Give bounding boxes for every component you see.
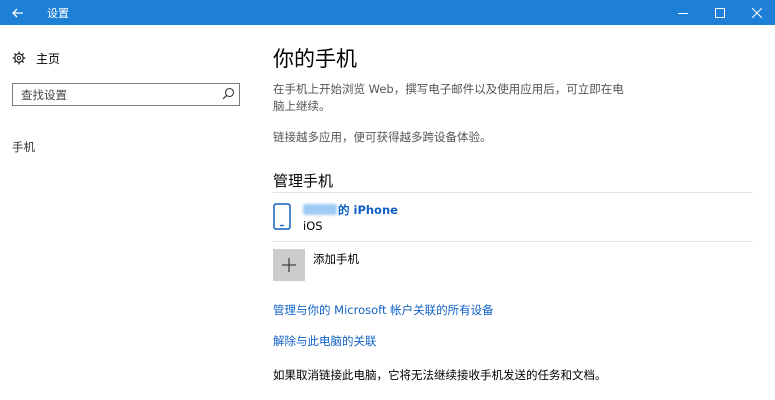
unlink-pc-link[interactable]: 解除与此电脑的关联: [273, 333, 377, 349]
back-button[interactable]: [0, 0, 36, 25]
description-text: 在手机上开始浏览 Web，撰写电子邮件以及使用应用后，可立即在电脑上继续。: [273, 82, 624, 113]
maximize-icon: [714, 7, 725, 18]
device-list-item[interactable]: 的 iPhone iOS: [273, 199, 753, 237]
add-phone-label: 添加手机: [313, 252, 359, 266]
home-nav-item[interactable]: 主页: [12, 49, 60, 67]
device-name: 的 iPhone: [303, 202, 398, 218]
minimize-icon: [677, 12, 688, 14]
search-icon[interactable]: [222, 87, 235, 100]
divider: [273, 241, 753, 242]
add-phone-button[interactable]: 添加手机: [273, 249, 473, 281]
device-os: iOS: [303, 219, 323, 233]
search-input[interactable]: [13, 84, 221, 105]
unlink-note: 如果取消链接此电脑，它将无法继续接收手机发送的任务和文档。: [273, 368, 607, 382]
plus-icon: [282, 258, 296, 272]
main-content: 你的手机 在手机上开始浏览 Web，撰写电子邮件以及使用应用后，可立即在电脑上继…: [273, 25, 753, 400]
maximize-button[interactable]: [701, 0, 738, 25]
page-title: 你的手机: [273, 47, 357, 71]
home-label: 主页: [36, 51, 61, 66]
sidebar-item-phone[interactable]: 手机: [12, 139, 35, 155]
minimize-button[interactable]: [664, 0, 701, 25]
section-title-manage-phones: 管理手机: [273, 172, 334, 190]
manage-devices-link[interactable]: 管理与你的 Microsoft 帐户关联的所有设备: [273, 302, 494, 318]
description-text-secondary: 链接越多应用，便可获得越多跨设备体验。: [273, 130, 492, 144]
device-name-label: 的 iPhone: [338, 203, 398, 217]
close-icon: [751, 7, 762, 18]
back-arrow-icon: [12, 8, 23, 17]
add-phone-tile[interactable]: [273, 249, 305, 281]
phone-icon: [273, 203, 291, 230]
window-title: 设置: [47, 7, 69, 20]
redacted-name: [303, 204, 337, 215]
search-box[interactable]: [12, 83, 240, 106]
close-button[interactable]: [738, 0, 775, 25]
sidebar: 主页 手机: [0, 25, 250, 400]
gear-icon: [12, 51, 26, 65]
title-bar: 设置: [0, 0, 775, 25]
divider: [273, 192, 753, 193]
